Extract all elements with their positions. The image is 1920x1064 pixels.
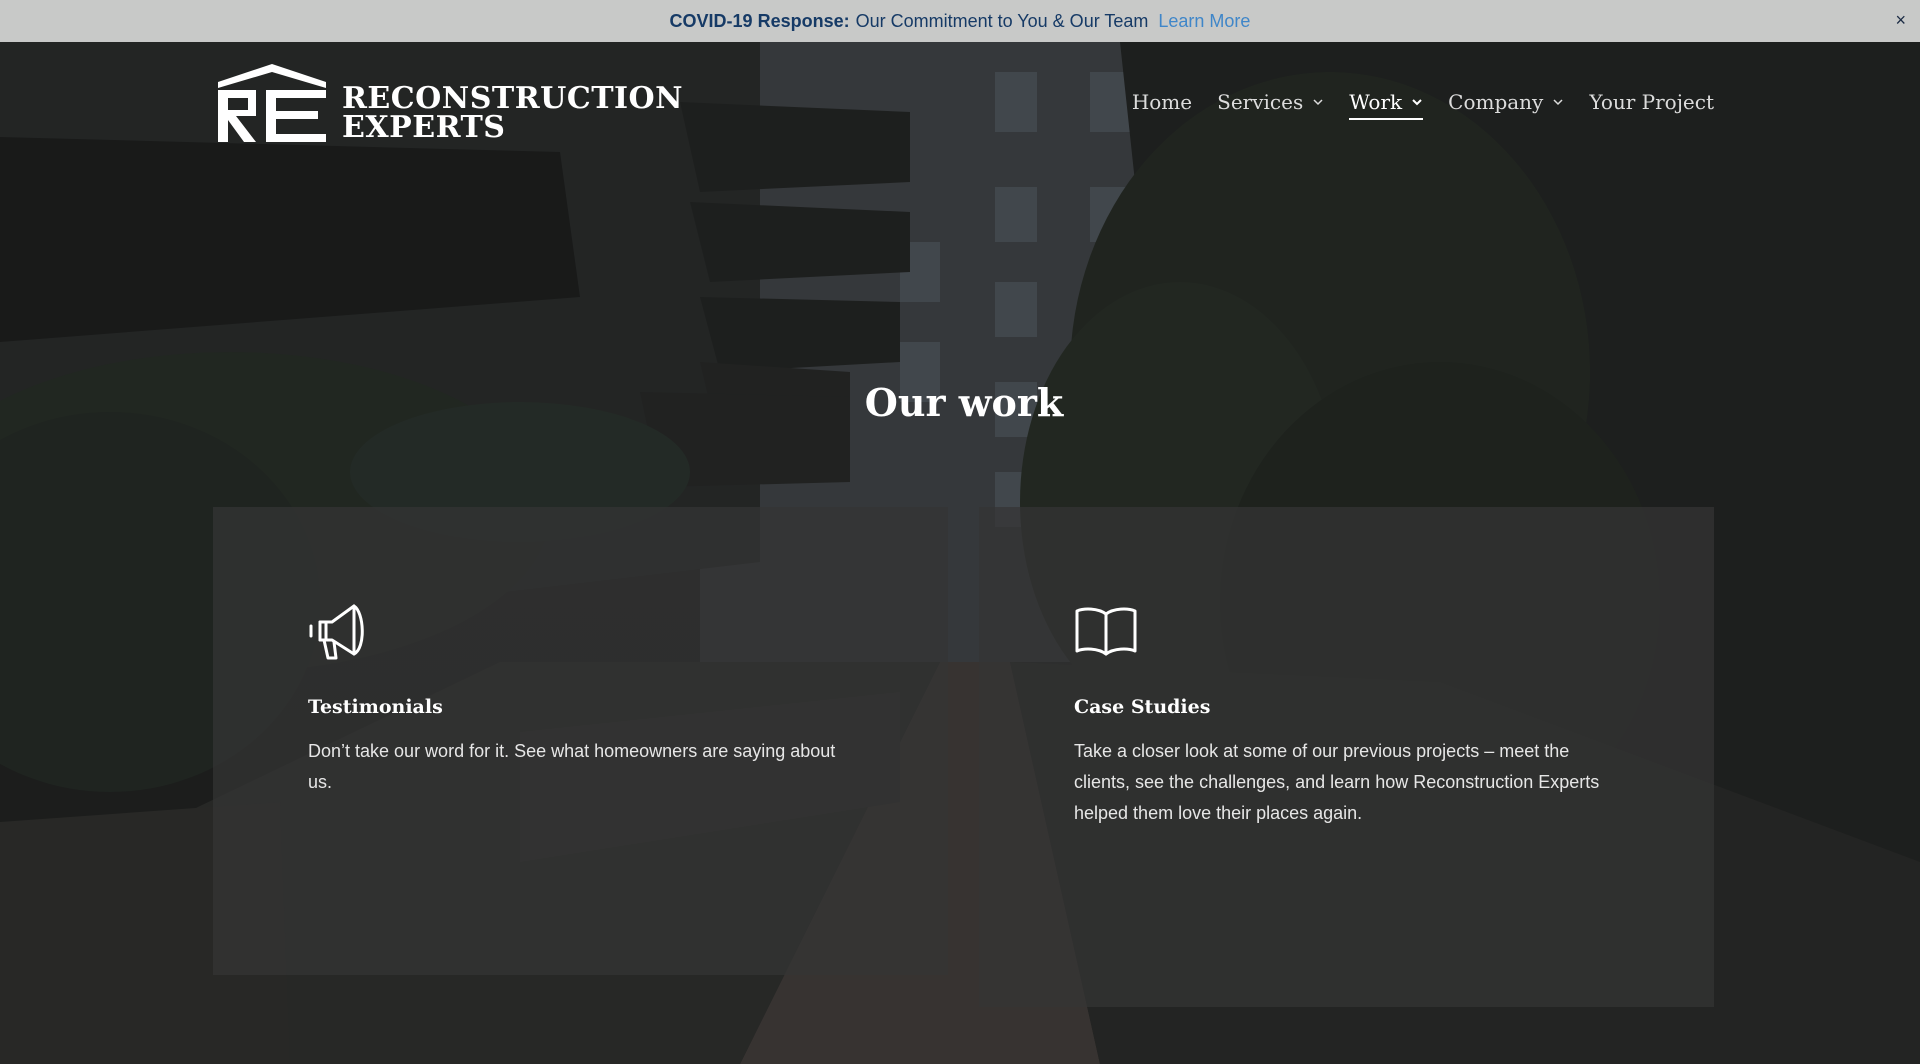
- logo-line-2: EXPERTS: [342, 110, 506, 145]
- nav-home[interactable]: Home: [1132, 90, 1192, 120]
- case-studies-card[interactable]: Case Studies Take a closer look at some …: [979, 507, 1714, 1007]
- nav-company[interactable]: Company: [1448, 90, 1564, 120]
- learn-more-link[interactable]: Learn More: [1158, 11, 1250, 32]
- chevron-down-icon: [1313, 99, 1323, 106]
- main-navigation: Home Services Work Company Your Project: [1107, 90, 1714, 120]
- nav-company-label: Company: [1448, 90, 1544, 114]
- announcement-message: Our Commitment to You & Our Team: [855, 10, 1149, 31]
- logo-wordmark: RECONSTRUCTION EXPERTS: [342, 81, 684, 145]
- logo-line-1: RECONSTRUCTION: [342, 81, 684, 116]
- nav-your-project-label: Your Project: [1589, 90, 1714, 114]
- nav-work[interactable]: Work: [1349, 90, 1424, 120]
- nav-home-label: Home: [1131, 90, 1193, 114]
- testimonials-text: Don’t take our word for it. See what hom…: [308, 741, 836, 792]
- close-announcement-button[interactable]: ×: [1895, 9, 1906, 31]
- chevron-down-icon: [1553, 99, 1563, 106]
- announcement-bar: COVID-19 Response: Our Commitment to You…: [0, 0, 1920, 42]
- announcement-label: COVID-19 Response:: [669, 10, 850, 31]
- case-studies-title: Case Studies: [1074, 696, 1211, 718]
- site-logo[interactable]: RECONSTRUCTION EXPERTS: [212, 64, 683, 144]
- page-title: Our work: [864, 380, 1064, 425]
- open-book-icon: [1075, 607, 1137, 656]
- case-studies-text: Take a closer look at some of our previo…: [1074, 741, 1600, 823]
- nav-services[interactable]: Services: [1217, 90, 1324, 120]
- megaphone-icon: [309, 604, 364, 660]
- nav-services-label: Services: [1217, 90, 1304, 114]
- nav-your-project[interactable]: Your Project: [1589, 90, 1714, 120]
- chevron-down-icon: [1412, 99, 1422, 106]
- nav-work-label: Work: [1349, 90, 1403, 114]
- testimonials-title: Testimonials: [308, 696, 443, 718]
- testimonials-card[interactable]: Testimonials Don’t take our word for it.…: [213, 507, 948, 975]
- logo-mark-icon: [218, 64, 326, 142]
